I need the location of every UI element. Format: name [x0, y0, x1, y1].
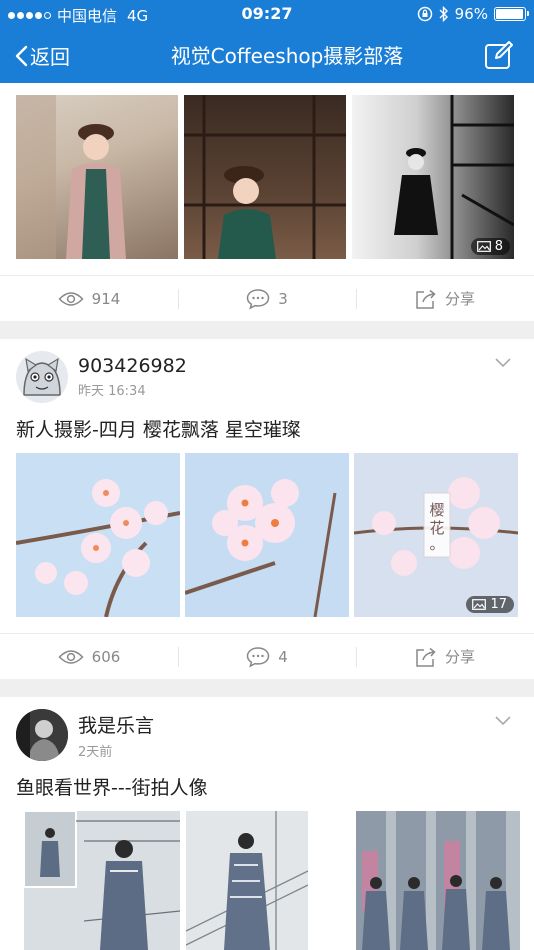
image-count-badge: 17 — [466, 596, 514, 613]
bluetooth-icon — [439, 6, 448, 22]
views-count: 914 — [91, 289, 121, 308]
compose-icon[interactable] — [484, 40, 514, 70]
comment-icon — [246, 288, 270, 309]
post-card[interactable]: 我是乐言 2天前 鱼眼看世界---街拍人像 — [0, 697, 534, 950]
image-count-icon — [476, 241, 491, 252]
top-bar: 中国电信 4G 09:27 96% 返回 视觉Coffeeshop摄影部落 — [0, 0, 534, 83]
back-chevron-icon — [15, 45, 28, 66]
avatar[interactable] — [16, 709, 68, 761]
nav-bar: 返回 视觉Coffeeshop摄影部落 — [0, 28, 534, 83]
image-count: 17 — [490, 597, 507, 612]
share-button[interactable]: 分享 — [356, 634, 534, 679]
share-icon — [416, 289, 436, 309]
post-author[interactable]: 903426982 昨天 16:34 — [16, 351, 187, 403]
post-image[interactable] — [186, 811, 308, 950]
status-bar: 中国电信 4G 09:27 96% — [0, 0, 534, 28]
post-image[interactable]: 樱花。 17 — [354, 453, 518, 617]
share-label: 分享 — [444, 290, 475, 308]
post-image[interactable] — [16, 95, 178, 259]
back-label: 返回 — [30, 45, 70, 69]
battery-percent: 96% — [454, 5, 488, 23]
image-count-icon — [472, 599, 487, 610]
share-button[interactable]: 分享 — [356, 276, 534, 321]
comment-icon — [246, 646, 270, 667]
avatar[interactable] — [16, 351, 68, 403]
views-button[interactable]: 606 — [0, 634, 178, 679]
chevron-down-icon[interactable] — [494, 715, 512, 727]
comments-count: 4 — [278, 647, 288, 666]
eye-icon — [58, 649, 84, 664]
comments-count: 3 — [278, 289, 288, 308]
post-image-grid: 8 — [16, 95, 514, 259]
post-card[interactable]: 8 914 3 分享 — [0, 83, 534, 321]
post-image[interactable]: 8 — [352, 95, 514, 259]
post-card[interactable]: 903426982 昨天 16:34 新人摄影-四月 樱花飘落 星空璀璨 樱花。… — [0, 339, 534, 679]
lock-rotation-icon — [417, 6, 432, 22]
post-image-grid: 樱花。 17 — [16, 453, 518, 617]
chevron-down-icon[interactable] — [494, 357, 512, 369]
post-time: 2天前 — [78, 744, 113, 760]
post-image[interactable] — [356, 811, 520, 950]
post-title[interactable]: 鱼眼看世界---街拍人像 — [16, 773, 208, 800]
page-title: 视觉Coffeeshop摄影部落 — [170, 44, 404, 68]
back-button[interactable]: 返回 — [14, 41, 70, 70]
post-title[interactable]: 新人摄影-四月 樱花飘落 星空璀璨 — [16, 415, 301, 442]
post-author[interactable]: 我是乐言 2天前 — [16, 709, 154, 761]
post-image[interactable] — [16, 453, 180, 617]
share-icon — [416, 647, 436, 667]
svg-text:。: 。 — [429, 535, 444, 553]
image-count: 8 — [494, 239, 503, 254]
post-image-grid — [24, 811, 520, 950]
username[interactable]: 我是乐言 — [78, 711, 154, 738]
post-actions: 606 4 分享 — [0, 633, 534, 679]
comments-button[interactable]: 3 — [178, 276, 356, 321]
post-time: 昨天 16:34 — [78, 384, 146, 399]
comments-button[interactable]: 4 — [178, 634, 356, 679]
image-count-badge: 8 — [470, 238, 510, 255]
views-count: 606 — [91, 647, 121, 666]
post-actions: 914 3 分享 — [0, 275, 534, 321]
eye-icon — [58, 291, 84, 306]
username[interactable]: 903426982 — [78, 355, 187, 377]
post-image[interactable] — [184, 95, 346, 259]
post-image[interactable] — [24, 811, 180, 950]
svg-text:樱: 樱 — [429, 501, 444, 519]
post-image[interactable] — [185, 453, 349, 617]
share-label: 分享 — [444, 648, 475, 666]
views-button[interactable]: 914 — [0, 276, 178, 321]
battery-icon — [494, 7, 529, 21]
